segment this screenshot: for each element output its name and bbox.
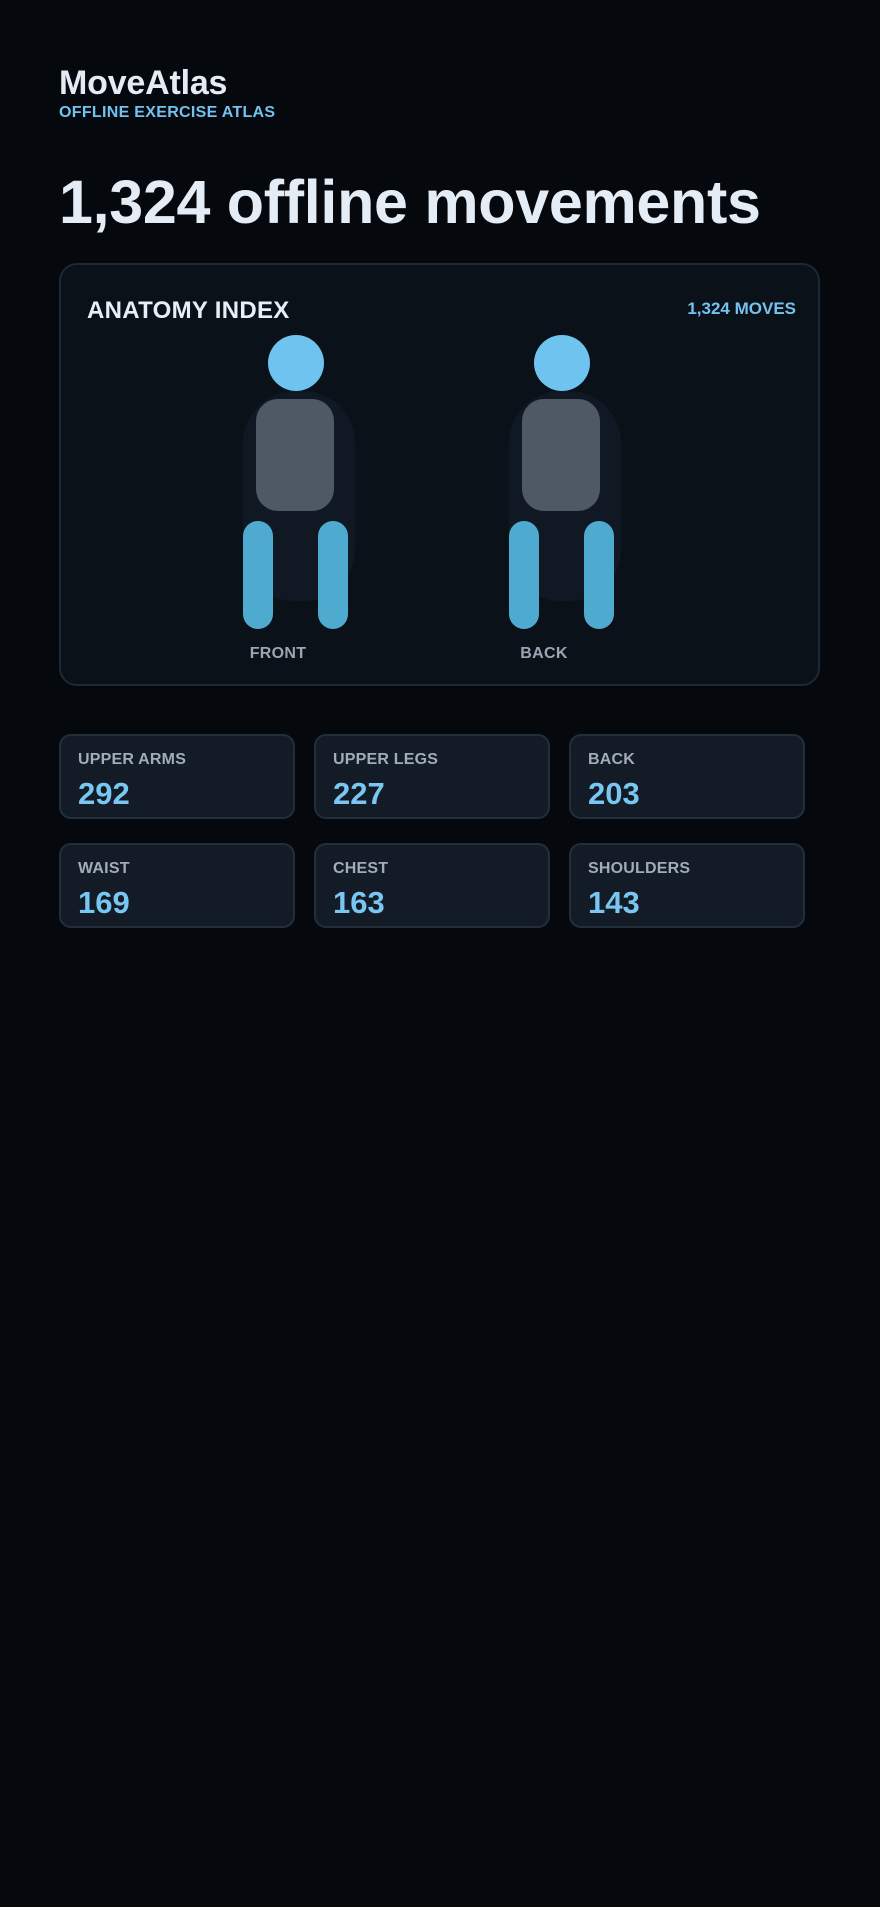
- page-headline: 1,324 offline movements: [59, 168, 761, 236]
- front-torso-region[interactable]: [256, 399, 334, 511]
- stat-label: UPPER LEGS: [333, 751, 439, 768]
- stat-label: WAIST: [78, 860, 130, 877]
- stat-value: 163: [333, 885, 385, 920]
- stat-card-upper-arms[interactable]: UPPER ARMS 292: [59, 734, 295, 819]
- stat-card-chest[interactable]: CHEST 163: [314, 843, 550, 928]
- stat-card-upper-legs[interactable]: UPPER LEGS 227: [314, 734, 550, 819]
- stat-label: BACK: [588, 751, 636, 768]
- stat-label: SHOULDERS: [588, 860, 691, 877]
- front-head-region[interactable]: [268, 335, 324, 391]
- stat-value: 203: [588, 776, 640, 811]
- anatomy-moves-count: 1,324 MOVES: [687, 299, 796, 318]
- back-left-leg-region[interactable]: [509, 521, 539, 629]
- app-title: MoveAtlas: [59, 64, 228, 102]
- stat-value: 143: [588, 885, 640, 920]
- stat-card-shoulders[interactable]: SHOULDERS 143: [569, 843, 805, 928]
- back-torso-region[interactable]: [522, 399, 600, 511]
- front-right-leg-region[interactable]: [318, 521, 348, 629]
- anatomy-index-title: ANATOMY INDEX: [87, 297, 290, 324]
- back-body-figure[interactable]: BACK: [504, 335, 624, 662]
- stat-card-back[interactable]: BACK 203: [569, 734, 805, 819]
- stat-label: CHEST: [333, 860, 389, 877]
- back-head-region[interactable]: [534, 335, 590, 391]
- app-subtitle: OFFLINE EXERCISE ATLAS: [59, 104, 276, 121]
- stat-value: 227: [333, 776, 385, 811]
- anatomy-index-card: ANATOMY INDEX 1,324 MOVES FRONT BACK: [59, 263, 820, 686]
- stat-card-waist[interactable]: WAIST 169: [59, 843, 295, 928]
- back-right-leg-region[interactable]: [584, 521, 614, 629]
- front-left-leg-region[interactable]: [243, 521, 273, 629]
- stat-value: 292: [78, 776, 130, 811]
- front-body-figure[interactable]: FRONT: [238, 335, 358, 662]
- app-header: MoveAtlas OFFLINE EXERCISE ATLAS: [59, 66, 275, 122]
- stat-label: UPPER ARMS: [78, 751, 187, 768]
- front-figure-label: FRONT: [249, 645, 307, 662]
- stat-value: 169: [78, 885, 130, 920]
- body-part-stats-grid: UPPER ARMS 292 UPPER LEGS 227 BACK 203 W…: [59, 734, 805, 928]
- back-figure-label: BACK: [520, 645, 568, 662]
